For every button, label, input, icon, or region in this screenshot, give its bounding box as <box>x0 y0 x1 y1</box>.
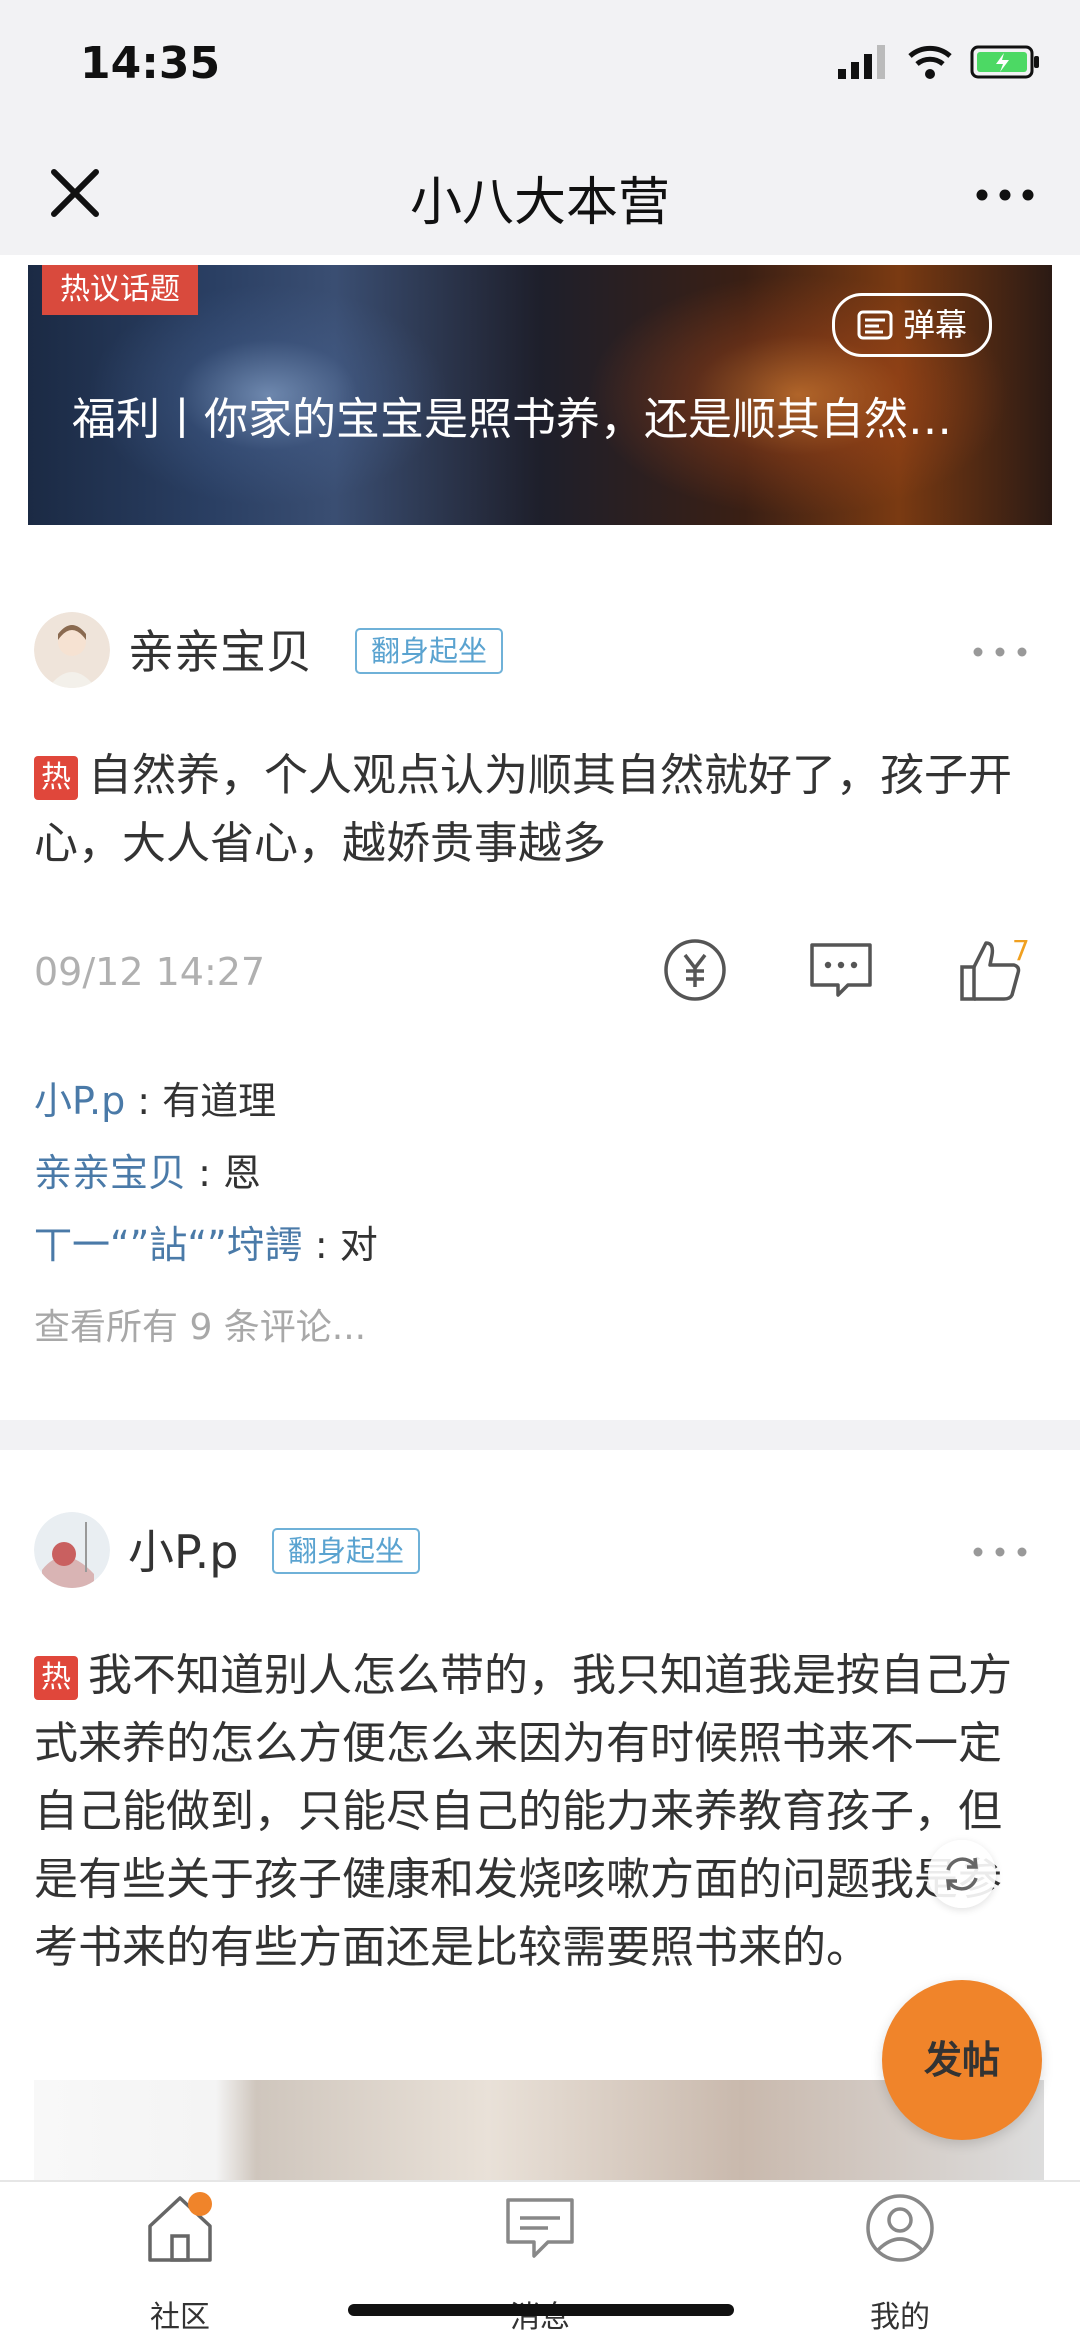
username[interactable]: 亲亲宝贝 <box>128 616 312 682</box>
status-bar: 14:35 <box>0 0 1080 130</box>
comment-sep: : <box>186 1151 223 1195</box>
post-text: 我不知道别人怎么带的，我只知道我是按自己方式来养的怎么方便怎么来因为有时候照书来… <box>34 1650 1012 1973</box>
danmaku-icon <box>857 310 893 340</box>
banner-title[interactable]: 福利丨你家的宝宝是照书养，还是顺其自然… <box>72 383 1032 447</box>
page-title: 小八大本营 <box>409 173 670 233</box>
like-count: 7 <box>1012 934 1030 967</box>
comment-text: 对 <box>339 1223 378 1267</box>
comment-item[interactable]: 丅一“”詀“”垨謣 : 对 <box>34 1214 378 1269</box>
danmaku-button[interactable]: 弹幕 <box>831 293 992 357</box>
banner-tag: 热议话题 <box>42 265 198 315</box>
post-content[interactable]: 热自然养，个人观点认为顺其自然就好了，孩子开心，大人省心，越娇贵事越多 <box>34 742 1044 878</box>
wifi-icon <box>908 45 952 79</box>
hot-badge: 热 <box>34 1656 78 1700</box>
comment-item[interactable]: 亲亲宝贝 : 恩 <box>34 1142 261 1197</box>
post-text: 自然养，个人观点认为顺其自然就好了，孩子开心，大人省心，越娇贵事越多 <box>34 750 1012 869</box>
status-time: 14:35 <box>80 38 221 89</box>
comment-icon[interactable] <box>806 935 876 1005</box>
tab-profile[interactable]: 我的 <box>810 2192 990 2335</box>
comment-item[interactable]: 小P.p : 有道理 <box>34 1070 276 1125</box>
nav-bar: 小八大本营 <box>0 130 1080 257</box>
post-more-icon[interactable] <box>970 1542 1030 1562</box>
status-icons <box>838 45 1040 79</box>
topic-banner-section: 热议话题 弹幕 福利丨你家的宝宝是照书养，还是顺其自然… <box>0 255 1080 550</box>
topic-banner[interactable]: 热议话题 弹幕 福利丨你家的宝宝是照书养，还是顺其自然… <box>28 265 1052 525</box>
message-icon <box>506 2198 574 2258</box>
reward-icon[interactable] <box>660 935 730 1005</box>
tab-label: 我的 <box>870 2300 930 2335</box>
avatar[interactable] <box>34 1512 110 1588</box>
post-card: 亲亲宝贝 翻身起坐 热自然养，个人观点认为顺其自然就好了，孩子开心，大人省心，越… <box>0 550 1080 1420</box>
see-all-comments-link[interactable]: 查看所有 9 条评论... <box>34 1298 366 1350</box>
comment-user[interactable]: 丅一“”詀“”垨謣 <box>34 1223 303 1267</box>
more-options-icon[interactable] <box>970 160 1040 230</box>
tab-bar: 社区 消息 我的 <box>0 2180 1080 2341</box>
username[interactable]: 小P.p <box>128 1516 238 1582</box>
signal-icon <box>838 45 885 79</box>
post-time: 09/12 14:27 <box>34 950 266 994</box>
home-indicator <box>348 2304 734 2316</box>
comment-text: 有道理 <box>162 1079 277 1123</box>
post-content[interactable]: 热我不知道别人怎么带的，我只知道我是按自己方式来养的怎么方便怎么来因为有时候照书… <box>34 1642 1044 1982</box>
comment-sep: : <box>125 1079 163 1123</box>
refresh-icon[interactable] <box>928 1840 996 1908</box>
level-badge: 翻身起坐 <box>355 628 504 674</box>
level-badge: 翻身起坐 <box>272 1528 421 1574</box>
comment-sep: : <box>302 1223 340 1267</box>
danmaku-label: 弹幕 <box>902 306 967 344</box>
comment-text: 恩 <box>222 1151 261 1195</box>
home-icon <box>148 2192 212 2262</box>
post-more-icon[interactable] <box>970 642 1030 662</box>
comment-user[interactable]: 小P.p <box>34 1079 125 1123</box>
battery-icon <box>970 45 1039 79</box>
new-post-button[interactable]: 发帖 <box>882 1980 1042 2140</box>
comment-user[interactable]: 亲亲宝贝 <box>34 1151 186 1195</box>
tab-community[interactable]: 社区 <box>90 2192 270 2335</box>
hot-badge: 热 <box>34 756 78 800</box>
profile-icon <box>866 2194 934 2262</box>
avatar[interactable] <box>34 612 110 688</box>
tab-label: 社区 <box>150 2300 210 2335</box>
